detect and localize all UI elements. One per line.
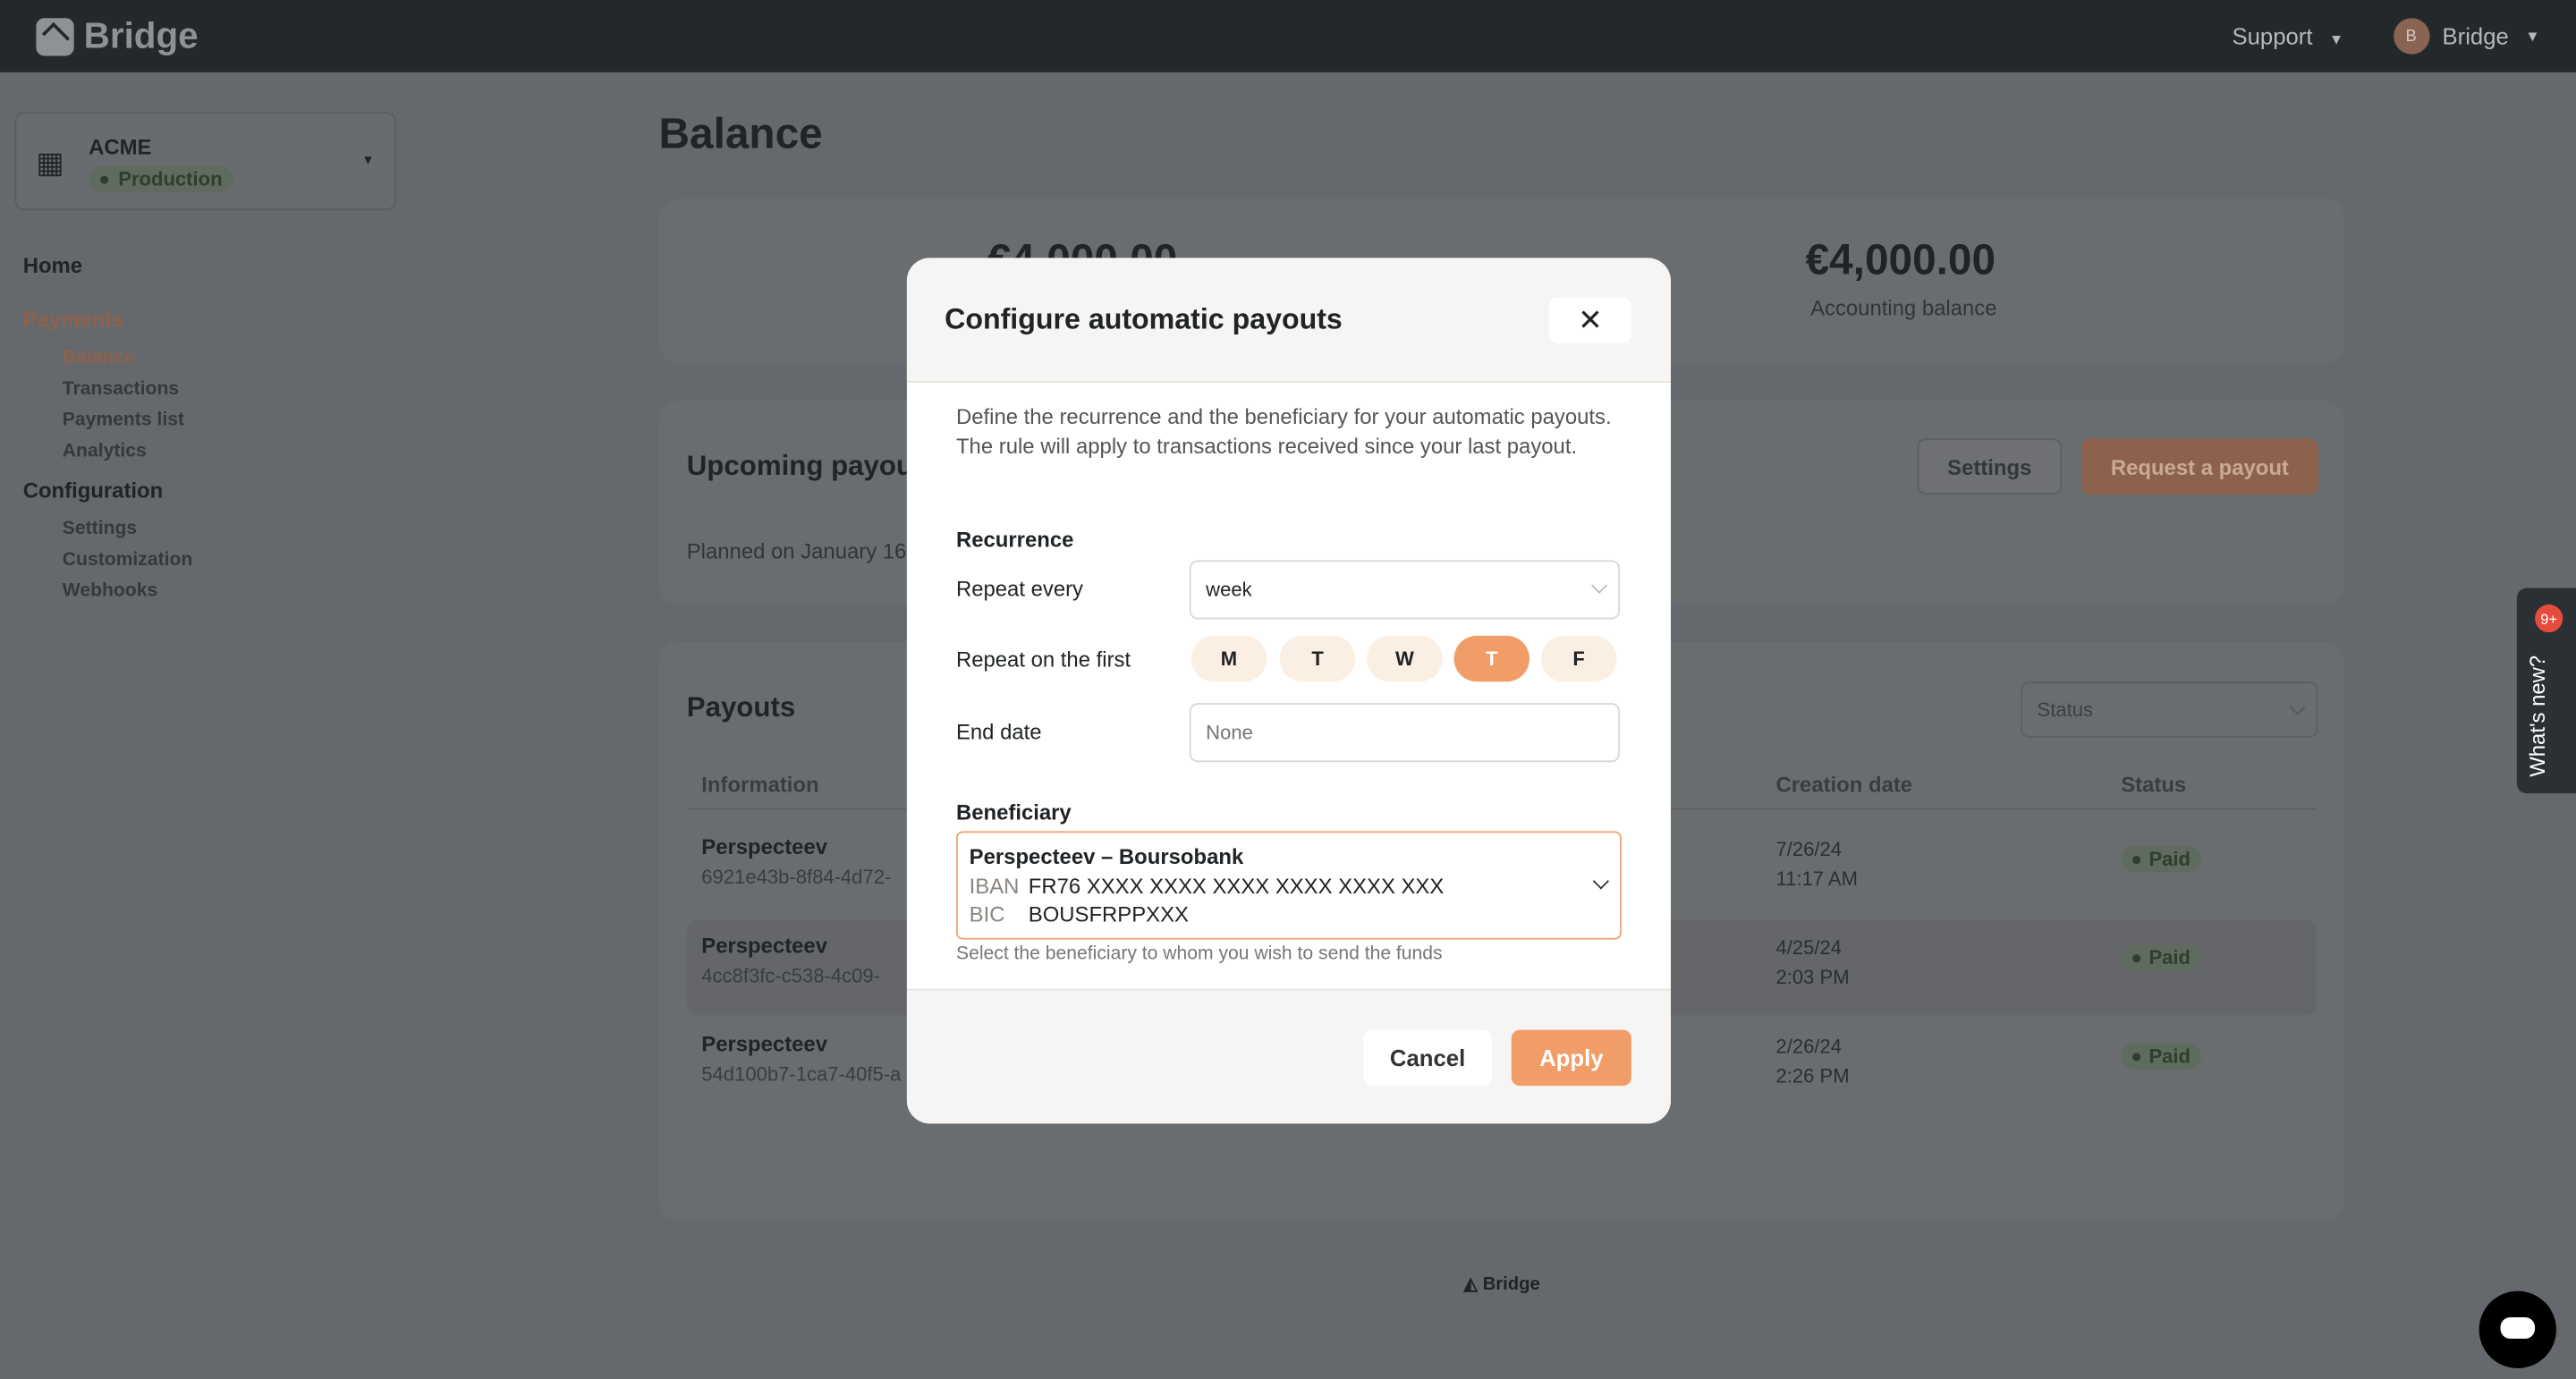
day-monday[interactable]: M — [1191, 635, 1267, 682]
end-date-input[interactable] — [1189, 703, 1621, 763]
caret-down-icon: ▼ — [2525, 28, 2540, 45]
upcoming-title: Upcoming payouts — [686, 450, 938, 482]
beneficiary-select[interactable]: Perspecteev – Boursobank IBAN FR76 XXXX X… — [955, 831, 1622, 940]
row-name: Perspecteev — [701, 834, 828, 859]
sidebar-nav: Home Payments Balance Transactions Payme… — [23, 253, 193, 613]
iban-label: IBAN — [969, 873, 1020, 898]
footer-logo: ◭ Bridge — [1464, 1273, 1540, 1294]
chevron-down-icon — [1590, 577, 1608, 594]
row-date-day: 2/26/24 — [1775, 1035, 1843, 1058]
row-id: 54d100b7-1ca7-40f5-a — [701, 1062, 902, 1087]
day-tuesday[interactable]: T — [1279, 635, 1356, 682]
sidebar-item-payments[interactable]: Payments — [23, 307, 193, 332]
environment-badge: Production — [89, 165, 234, 192]
apply-button[interactable]: Apply — [1511, 1029, 1631, 1087]
configure-payouts-modal: Configure automatic payouts ✕ Define the… — [906, 258, 1671, 1124]
footer-brand: Bridge — [1482, 1274, 1540, 1295]
chevron-down-icon — [2289, 698, 2306, 715]
row-date: 4/25/24 2:03 PM — [1776, 933, 1850, 992]
row-date: 2/26/24 2:26 PM — [1776, 1031, 1850, 1090]
bic-value: BOUSFRPPXXX — [1028, 901, 1189, 926]
building-icon: ▦ — [36, 146, 64, 180]
brand-name: Bridge — [83, 14, 199, 56]
beneficiary-hint: Select the beneficiary to whom you wish … — [955, 944, 1443, 965]
status-badge: Paid — [2121, 845, 2202, 873]
row-id: 6921e43b-8f84-4d72- — [701, 865, 892, 889]
support-menu[interactable]: Support ▼ — [2232, 23, 2343, 49]
bridge-logo[interactable]: Bridge — [36, 14, 199, 58]
modal-title: Configure automatic payouts — [945, 301, 1343, 335]
day-friday[interactable]: F — [1540, 635, 1617, 682]
repeat-every-select[interactable]: week — [1189, 560, 1621, 620]
row-name: Perspecteev — [701, 1031, 828, 1057]
sidebar-item-configuration[interactable]: Configuration — [23, 478, 193, 503]
avatar: B — [2393, 18, 2429, 55]
row-date-day: 7/26/24 — [1775, 837, 1843, 861]
row-date-day: 4/25/24 — [1775, 935, 1843, 960]
accounting-balance: €4,000.00 — [1805, 234, 1996, 284]
planned-date: Planned on January 16 — [686, 538, 907, 563]
settings-button[interactable]: Settings — [1917, 438, 2063, 495]
sidebar-item-payments-list[interactable]: Payments list — [63, 410, 193, 430]
row-id: 4cc8f3fc-c538-4c09- — [701, 964, 880, 987]
caret-down-icon: ▼ — [2328, 30, 2344, 48]
user-menu[interactable]: B Bridge ▼ — [2393, 18, 2540, 55]
close-icon: ✕ — [1578, 302, 1603, 336]
notification-badge: 9+ — [2535, 604, 2563, 633]
page-root: Bridge Support ▼ B Bridge ▼ ▦ ACME Producti… — [0, 0, 2576, 1379]
repeat-every-value: week — [1206, 578, 1252, 602]
row-date: 7/26/24 11:17 AM — [1776, 834, 1858, 893]
recurrence-heading: Recurrence — [955, 527, 1074, 553]
user-name: Bridge — [2442, 22, 2509, 50]
chat-icon[interactable] — [2479, 1290, 2556, 1368]
support-label: Support — [2232, 22, 2313, 50]
whats-new-tab[interactable]: What's new? 9+ — [2516, 588, 2576, 794]
request-payout-button[interactable]: Request a payout — [2081, 438, 2318, 495]
row-time: 11:17 AM — [1775, 867, 1858, 891]
sidebar-item-webhooks[interactable]: Webhooks — [63, 581, 193, 601]
top-bar: Bridge Support ▼ B Bridge ▼ — [0, 0, 2576, 72]
org-name: ACME — [89, 134, 152, 160]
close-button[interactable]: ✕ — [1549, 297, 1631, 343]
accounting-balance-label: Accounting balance — [1810, 295, 1997, 321]
sidebar-item-settings[interactable]: Settings — [63, 519, 193, 538]
sidebar-item-transactions[interactable]: Transactions — [63, 379, 193, 399]
page-title: Balance — [658, 108, 823, 158]
payouts-title: Payouts — [686, 691, 796, 723]
row-time: 2:03 PM — [1775, 965, 1850, 989]
beneficiary-name: Perspecteev – Boursobank — [969, 844, 1244, 869]
row-name: Perspecteev — [701, 933, 828, 958]
bridge-logo-icon — [36, 17, 74, 55]
column-creation-date: Creation date — [1775, 772, 1913, 797]
sidebar-item-customization[interactable]: Customization — [63, 550, 193, 570]
day-thursday[interactable]: T — [1453, 635, 1530, 682]
sidebar-item-balance[interactable]: Balance — [63, 348, 193, 368]
column-status: Status — [2121, 772, 2187, 797]
status-filter[interactable]: Status — [2021, 681, 2318, 738]
sidebar-item-home[interactable]: Home — [23, 253, 193, 278]
status-badge: Paid — [2121, 1043, 2202, 1070]
caret-down-icon: ▼ — [361, 152, 375, 168]
repeat-on-label: Repeat on the first — [955, 647, 1131, 673]
repeat-every-label: Repeat every — [955, 576, 1084, 602]
sidebar: ▦ ACME Production ▼ Home Payments Balanc… — [0, 72, 411, 1379]
modal-description: Define the recurrence and the beneficiar… — [955, 403, 1612, 458]
status-filter-label: Status — [2037, 698, 2094, 722]
organization-selector[interactable]: ▦ ACME Production ▼ — [14, 111, 396, 211]
day-wednesday[interactable]: W — [1367, 635, 1443, 682]
beneficiary-heading: Beneficiary — [955, 799, 1072, 825]
whats-new-label: What's new? — [2525, 655, 2550, 777]
end-date-label: End date — [955, 719, 1042, 745]
bridge-footer-icon: ◭ — [1463, 1274, 1479, 1295]
modal-footer: Cancel Apply — [906, 988, 1671, 1124]
row-time: 2:26 PM — [1775, 1064, 1850, 1087]
column-information: Information — [701, 772, 819, 797]
bic-label: BIC — [969, 901, 1005, 926]
cancel-button[interactable]: Cancel — [1363, 1029, 1492, 1087]
sidebar-item-analytics[interactable]: Analytics — [63, 442, 193, 461]
status-badge: Paid — [2121, 944, 2202, 971]
iban-value: FR76 XXXX XXXX XXXX XXXX XXXX XXX — [1028, 873, 1445, 898]
modal-header: Configure automatic payouts ✕ — [906, 258, 1671, 383]
